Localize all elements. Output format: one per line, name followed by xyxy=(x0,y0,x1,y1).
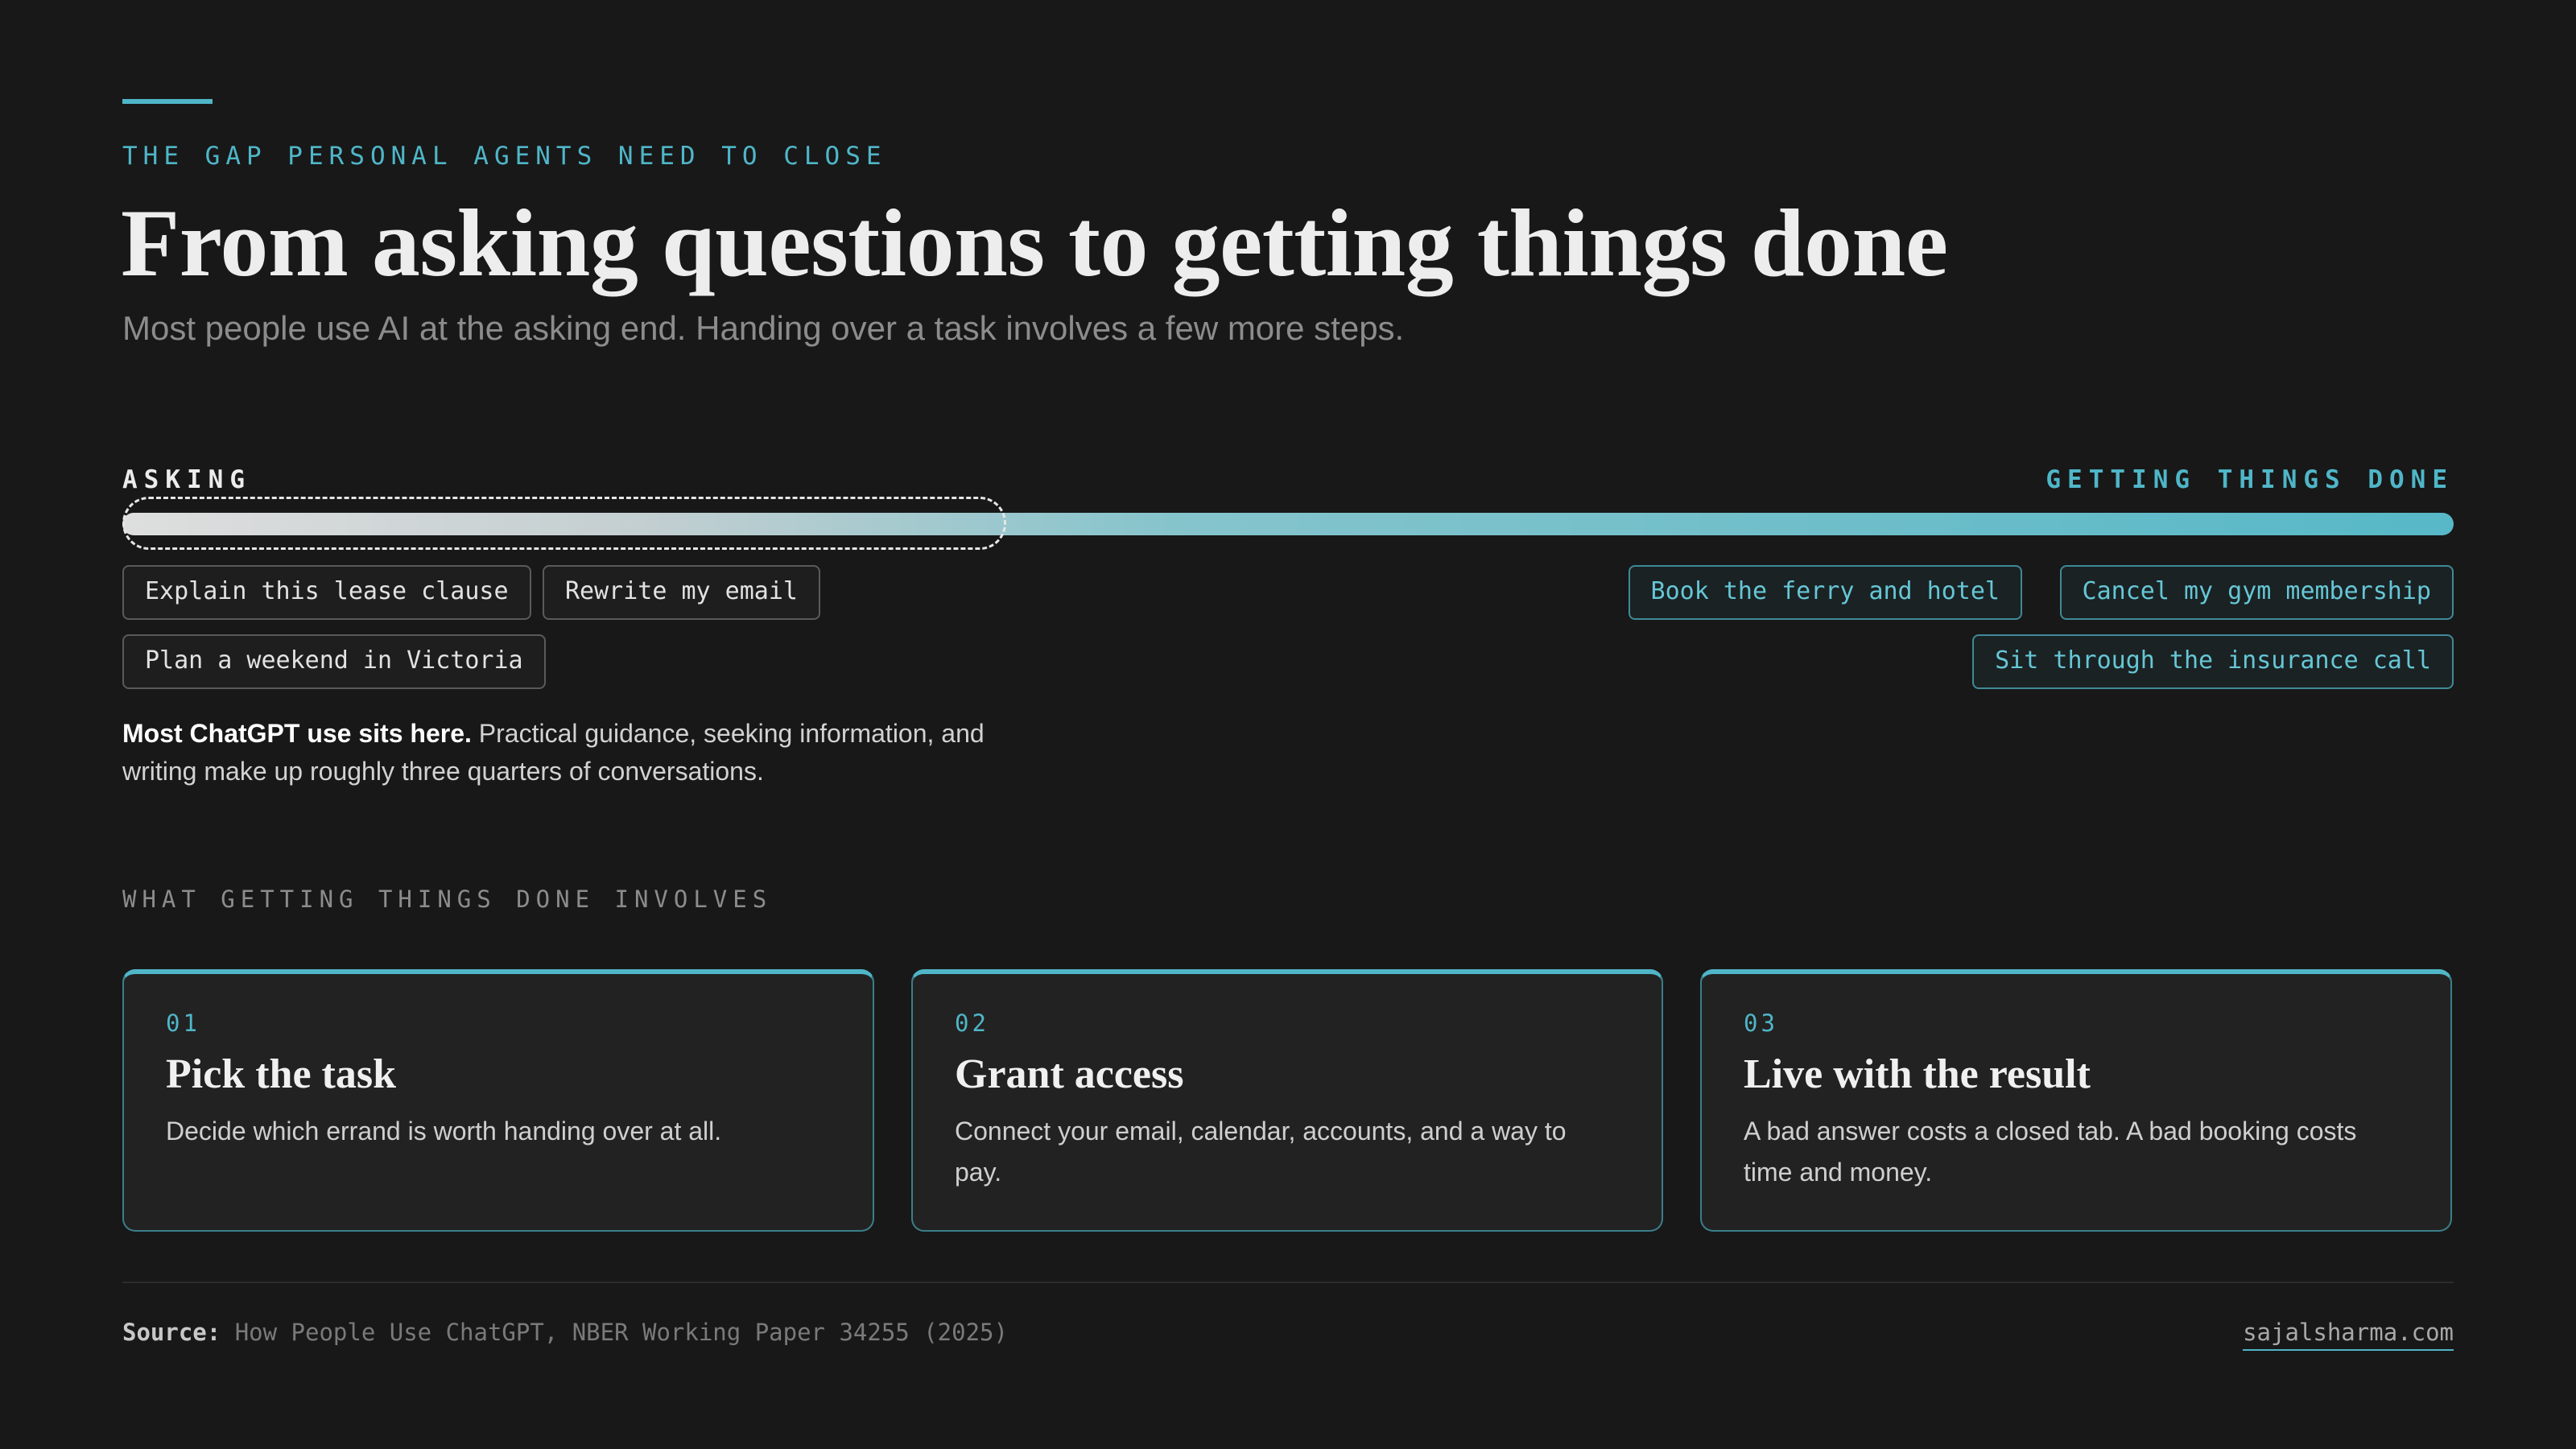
accent-rule xyxy=(122,99,213,104)
subtitle: Most people use AI at the asking end. Ha… xyxy=(122,309,1405,347)
step-title: Grant access xyxy=(955,1051,1184,1097)
asking-note: Most ChatGPT use sits here. Practical gu… xyxy=(122,715,1032,791)
page-title: From asking questions to getting things … xyxy=(121,189,1948,296)
step-card-2: 02 Grant access Connect your email, cale… xyxy=(911,969,1663,1232)
site-link[interactable]: sajalsharma.com xyxy=(2243,1319,2454,1351)
step-number: 01 xyxy=(166,1009,200,1037)
eyebrow: THE GAP PERSONAL AGENTS NEED TO CLOSE xyxy=(122,142,887,171)
step-card-3: 03 Live with the result A bad answer cos… xyxy=(1700,969,2452,1232)
asking-note-bold: Most ChatGPT use sits here. xyxy=(122,719,472,748)
chip-doing-3: Sit through the insurance call xyxy=(1972,634,2454,689)
chip-asking-3: Plan a weekend in Victoria xyxy=(122,634,546,689)
chip-doing-1: Book the ferry and hotel xyxy=(1628,565,2022,620)
footer-divider xyxy=(122,1282,2454,1283)
step-number: 03 xyxy=(1744,1009,1778,1037)
step-number: 02 xyxy=(955,1009,989,1037)
source-text: How People Use ChatGPT, NBER Working Pap… xyxy=(234,1319,1008,1346)
chip-asking-2: Rewrite my email xyxy=(543,565,820,620)
step-title: Live with the result xyxy=(1744,1051,2091,1097)
chip-asking-1: Explain this lease clause xyxy=(122,565,531,620)
chip-doing-2: Cancel my gym membership xyxy=(2059,565,2454,620)
asking-zone-highlight xyxy=(122,497,1006,550)
spectrum-label-asking: ASKING xyxy=(122,465,251,494)
source-citation: Source: How People Use ChatGPT, NBER Wor… xyxy=(122,1319,1008,1346)
step-title: Pick the task xyxy=(166,1051,396,1097)
step-body: Connect your email, calendar, accounts, … xyxy=(955,1117,1567,1187)
step-body: A bad answer costs a closed tab. A bad b… xyxy=(1744,1117,2357,1187)
step-card-1: 01 Pick the task Decide which errand is … xyxy=(122,969,874,1232)
spectrum-label-doing: GETTING THINGS DONE xyxy=(2046,465,2454,494)
source-key: Source: xyxy=(122,1319,221,1346)
steps-section-label: WHAT GETTING THINGS DONE INVOLVES xyxy=(122,886,773,913)
step-body: Decide which errand is worth handing ove… xyxy=(166,1117,722,1146)
